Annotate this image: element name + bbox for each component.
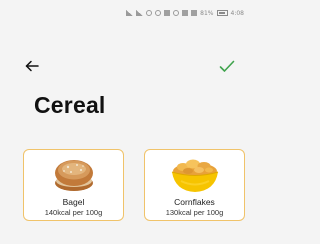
wifi-icon <box>146 10 153 16</box>
cornflakes-bowl-image <box>171 159 218 192</box>
signal-icon <box>126 10 134 16</box>
checkmark-icon <box>219 60 235 72</box>
notification-icon <box>164 10 171 16</box>
back-button[interactable] <box>22 58 42 74</box>
arrow-left-icon <box>25 60 39 72</box>
signal-icon-2 <box>136 10 144 16</box>
page-title: Cereal <box>34 92 106 118</box>
food-card-cornflakes[interactable]: Cornflakes 130kcal per 100g <box>144 149 245 221</box>
battery-icon <box>216 10 228 16</box>
food-kcal: 140kcal per 100g <box>44 208 103 217</box>
status-bar: 81% 4:08 <box>126 7 244 19</box>
confirm-button[interactable] <box>216 56 238 76</box>
location-icon <box>155 10 162 16</box>
bluetooth-icon <box>191 10 198 16</box>
vibrate-icon <box>182 10 189 16</box>
status-time: 4:08 <box>230 9 244 17</box>
food-card-bagel[interactable]: Bagel 140kcal per 100g <box>23 149 124 221</box>
bagel-image <box>54 160 93 191</box>
food-name: Cornflakes <box>174 197 215 207</box>
battery-percent: 81% <box>200 9 214 17</box>
food-name: Bagel <box>62 197 85 207</box>
food-kcal: 130kcal per 100g <box>165 208 224 217</box>
alarm-icon <box>173 10 180 16</box>
